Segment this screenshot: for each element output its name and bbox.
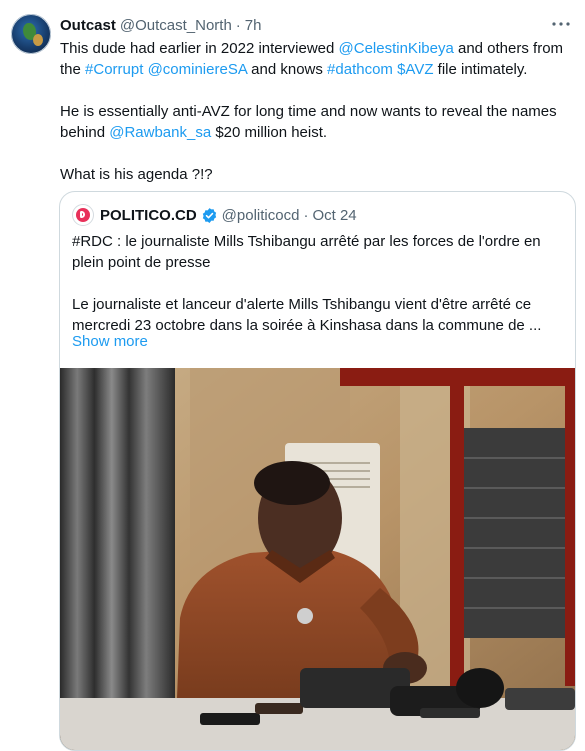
politico-avatar[interactable] (72, 204, 94, 226)
author-handle[interactable]: @Outcast_North (120, 17, 232, 34)
tweet-timestamp[interactable]: 7h (245, 17, 262, 34)
tweet[interactable]: Outcast @Outcast_North · 7h This dude ha… (0, 0, 585, 751)
tweet-text: This dude had earlier in 2022 interviewe… (60, 38, 575, 185)
quoted-paragraph: Le journaliste et lanceur d'alerte Mills… (72, 296, 542, 334)
quoted-tweet-photo[interactable] (60, 368, 575, 750)
text-segment: and knows (247, 61, 328, 78)
author-avatar[interactable] (11, 14, 51, 54)
mention-link[interactable]: @Rawbank_sa (109, 124, 211, 141)
press-conference-photo (60, 368, 575, 750)
quoted-tweet-header: POLITICO.CD @politicocd · Oct 24 (72, 204, 357, 226)
tweet-paragraph: He is essentially anti-AVZ for long time… (60, 101, 575, 143)
tweet-paragraph: This dude had earlier in 2022 interviewe… (60, 38, 575, 80)
text-segment: This dude had earlier in 2022 interviewe… (60, 40, 339, 57)
avatar-ring (11, 14, 51, 54)
show-more-link[interactable]: Show more (72, 331, 148, 352)
ellipsis-icon[interactable] (549, 13, 573, 35)
separator-dot: · (235, 16, 241, 34)
quoted-tweet-date[interactable]: Oct 24 (312, 207, 356, 224)
quoted-paragraph: #RDC : le journaliste Mills Tshibangu ar… (72, 233, 541, 271)
verified-badge-icon (201, 207, 218, 224)
tweet-paragraph: What is his agenda ?!? (60, 166, 213, 183)
author-name[interactable]: Outcast (60, 17, 116, 34)
text-segment: $20 million heist. (211, 124, 328, 141)
quoted-tweet[interactable]: POLITICO.CD @politicocd · Oct 24 #RDC : … (59, 191, 576, 751)
cashtag-link[interactable]: $AVZ (397, 61, 433, 78)
hashtag-link[interactable]: #Corrupt (85, 61, 143, 78)
politico-logo-icon (76, 208, 90, 222)
mention-link[interactable]: @cominiereSA (148, 61, 247, 78)
quoted-tweet-text: #RDC : le journaliste Mills Tshibangu ar… (72, 231, 562, 336)
mention-link[interactable]: @CelestinKibeya (339, 40, 454, 57)
text-segment: file intimately. (433, 61, 528, 78)
hashtag-link[interactable]: #dathcom (327, 61, 393, 78)
quoted-author-name[interactable]: POLITICO.CD (100, 207, 197, 224)
separator-dot: · (303, 206, 309, 224)
tweet-header: Outcast @Outcast_North · 7h (60, 15, 261, 35)
quoted-author-handle[interactable]: @politicocd (222, 207, 300, 224)
